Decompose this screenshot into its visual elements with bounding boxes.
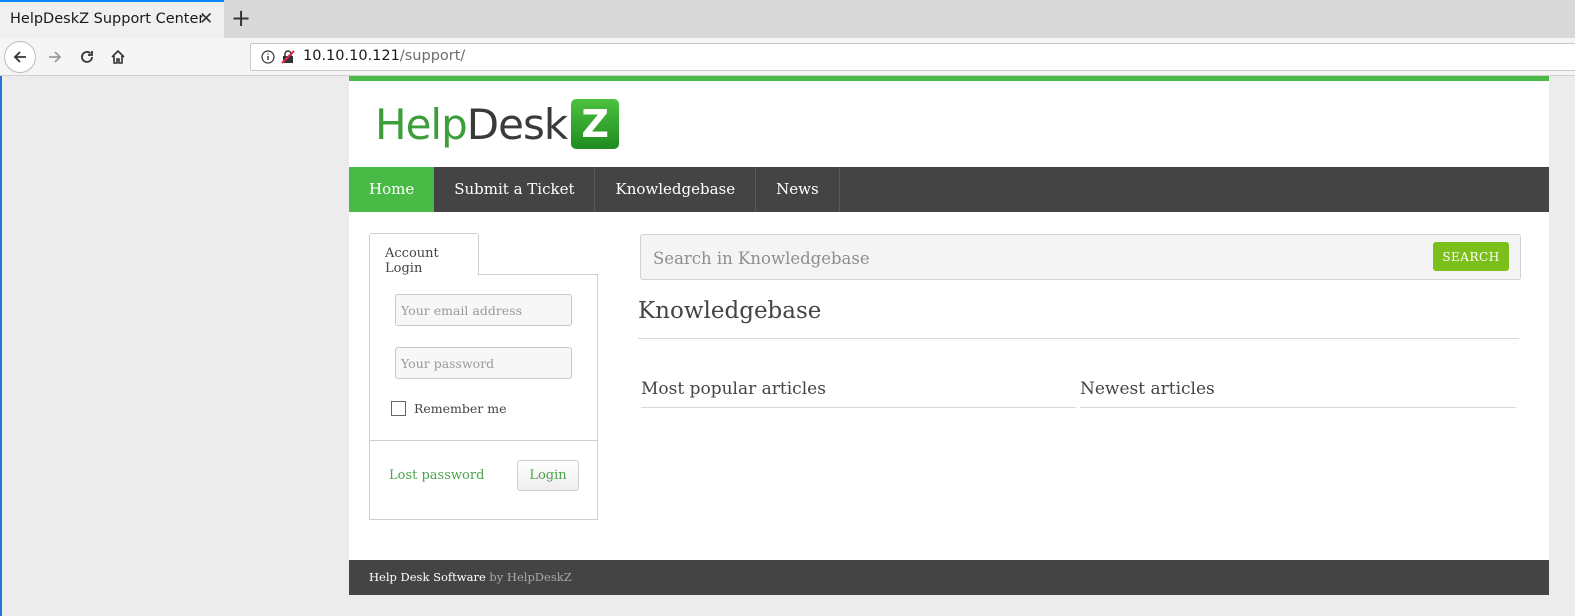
search-button[interactable]: SEARCH <box>1433 242 1509 271</box>
remember-label: Remember me <box>414 401 507 416</box>
url-path: /support/ <box>399 48 466 64</box>
url-text: 10.10.10.121/support/ <box>303 48 465 64</box>
page-title: Knowledgebase <box>638 298 822 324</box>
reload-button[interactable] <box>74 44 100 70</box>
remember-me[interactable]: Remember me <box>391 401 507 416</box>
tab-title: HelpDeskZ Support Center <box>10 11 205 27</box>
login-panel: Remember me Lost password Login <box>369 274 598 520</box>
info-icon[interactable] <box>261 50 275 64</box>
home-icon <box>111 49 125 64</box>
nav-item-submit-ticket[interactable]: Submit a Ticket <box>434 167 596 212</box>
page-container: Help Desk Z Home Submit a Ticket Knowled… <box>349 76 1549 595</box>
browser-toolbar: 10.10.10.121/support/ <box>0 38 1575 76</box>
window-edge <box>0 76 2 616</box>
nav-item-knowledgebase[interactable]: Knowledgebase <box>595 167 757 212</box>
title-divider <box>638 338 1519 339</box>
footer-software-link[interactable]: Help Desk Software <box>369 570 486 584</box>
popular-articles-heading: Most popular articles <box>641 379 826 399</box>
helpdeskz-logo[interactable]: Help Desk Z <box>375 96 620 152</box>
footer: Help Desk Software by HelpDeskZ <box>349 560 1549 595</box>
close-icon[interactable]: ✕ <box>199 9 213 29</box>
nav-item-news[interactable]: News <box>756 167 840 212</box>
arrow-right-icon <box>49 51 62 63</box>
address-bar[interactable]: 10.10.10.121/support/ <box>250 43 1575 71</box>
browser-tab-bar: HelpDeskZ Support Center ✕ + <box>0 0 1575 38</box>
home-button[interactable] <box>105 44 131 70</box>
footer-by: by HelpDeskZ <box>485 570 572 584</box>
logo-desk: Desk <box>466 99 568 149</box>
account-login-label: Account Login <box>385 246 439 276</box>
lost-password-link[interactable]: Lost password <box>389 468 484 483</box>
arrow-left-icon <box>13 51 26 63</box>
new-tab-icon[interactable]: + <box>230 4 252 32</box>
back-button[interactable] <box>4 41 36 73</box>
logo-z: Z <box>571 99 620 149</box>
search-input[interactable] <box>651 243 1415 273</box>
newest-articles-heading: Newest articles <box>1080 379 1215 399</box>
login-divider <box>370 440 597 441</box>
remember-checkbox[interactable] <box>391 401 406 416</box>
top-accent-stripe <box>349 76 1549 81</box>
nav-item-home[interactable]: Home <box>349 167 435 212</box>
newest-divider <box>1080 407 1516 408</box>
footer-text: Help Desk Software by HelpDeskZ <box>369 570 572 584</box>
email-field[interactable] <box>395 294 572 326</box>
login-button[interactable]: Login <box>517 460 579 491</box>
forward-button[interactable] <box>42 44 68 70</box>
main-nav: Home Submit a Ticket Knowledgebase News <box>349 167 1549 212</box>
password-field[interactable] <box>395 347 572 379</box>
insecure-lock-icon[interactable] <box>281 50 295 64</box>
kb-search-box: SEARCH <box>640 234 1521 280</box>
url-host: 10.10.10.121 <box>303 48 400 64</box>
browser-tab[interactable]: HelpDeskZ Support Center ✕ <box>0 0 224 38</box>
logo-help: Help <box>375 99 468 149</box>
reload-icon <box>81 51 93 63</box>
popular-divider <box>641 407 1076 408</box>
account-login-tab[interactable]: Account Login <box>369 233 479 276</box>
